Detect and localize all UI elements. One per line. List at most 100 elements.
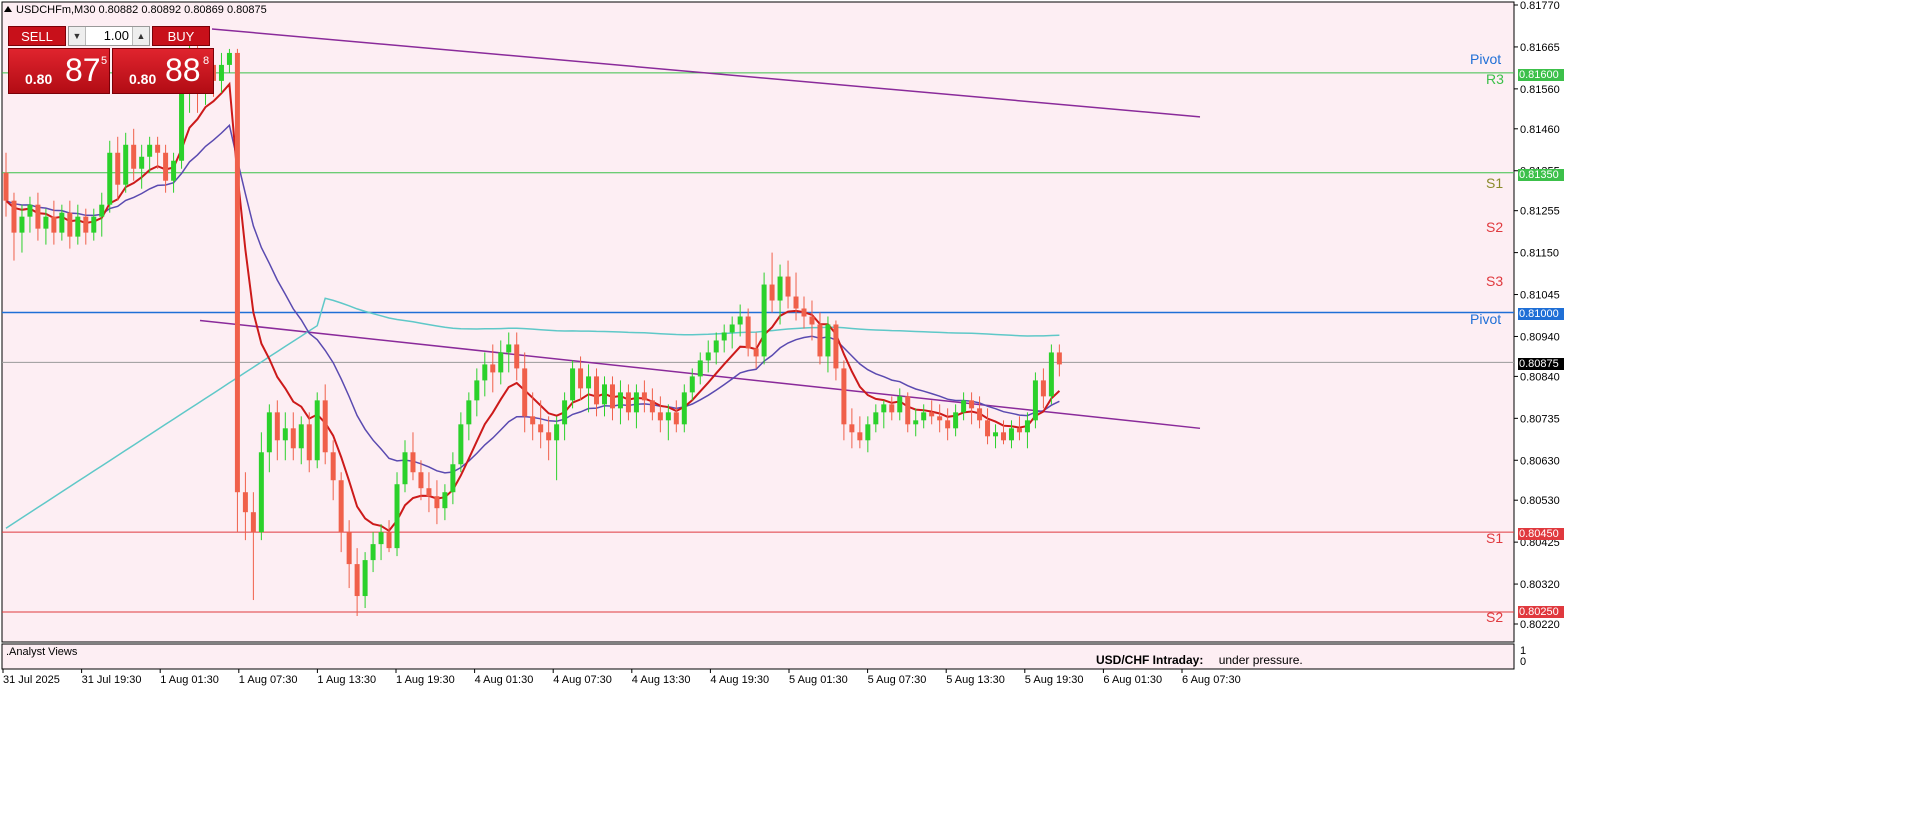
- time-axis-label: 5 Aug 19:30: [1025, 674, 1084, 686]
- time-axis-label: 4 Aug 07:30: [553, 674, 612, 686]
- candle-body: [99, 204, 105, 217]
- candle-body: [386, 532, 392, 549]
- label-pivot-upper: Pivot: [1470, 51, 1502, 67]
- candle-body: [657, 412, 663, 421]
- time-axis-label: 4 Aug 13:30: [632, 674, 691, 686]
- candle-body: [633, 392, 639, 413]
- candle-body: [721, 332, 727, 341]
- candle-body: [1056, 352, 1062, 365]
- candle-body: [777, 276, 783, 301]
- candle-body: [282, 428, 288, 441]
- candle-body: [881, 404, 887, 413]
- candle-body: [801, 308, 807, 317]
- chart-menu-icon[interactable]: [4, 6, 12, 12]
- candle-body: [147, 144, 153, 157]
- candle-body: [705, 352, 711, 361]
- candle-body: [809, 316, 815, 325]
- price-chart[interactable]: 0.817700.816650.815600.814600.813550.812…: [0, 0, 1916, 840]
- time-axis-label: 4 Aug 01:30: [475, 674, 534, 686]
- candle-body: [977, 408, 983, 421]
- candle-body: [554, 424, 560, 441]
- lot-decrease-icon[interactable]: ▼: [69, 27, 86, 45]
- candle-body: [905, 396, 911, 425]
- candle-body: [713, 340, 719, 353]
- price-axis-label: 0.80840: [1520, 371, 1560, 383]
- candle-body: [761, 284, 767, 357]
- candle-body: [155, 144, 161, 153]
- candle-body: [913, 420, 919, 425]
- buy-button[interactable]: BUY: [152, 26, 210, 46]
- lot-size-value[interactable]: 1.00: [87, 27, 131, 45]
- candle-body: [434, 496, 440, 509]
- candle-body: [689, 376, 695, 393]
- buy-price-pip: 8: [203, 55, 210, 67]
- candle-body: [179, 84, 185, 161]
- candle-body: [673, 412, 679, 425]
- candle-body: [961, 400, 967, 413]
- candle-body: [450, 464, 456, 493]
- candle-body: [617, 392, 623, 409]
- candle-body: [681, 392, 687, 425]
- sell-button[interactable]: SELL: [8, 26, 66, 46]
- candle-body: [1001, 432, 1006, 441]
- candle-body: [402, 452, 408, 485]
- buy-price-button[interactable]: 0.80 88 8: [112, 48, 214, 94]
- candle-body: [346, 532, 352, 565]
- candle-body: [115, 152, 121, 185]
- candle-body: [1016, 428, 1022, 433]
- time-axis-label: 1 Aug 19:30: [396, 674, 455, 686]
- candle-body: [338, 480, 344, 533]
- candle-body: [362, 560, 368, 597]
- candle-body: [1008, 428, 1014, 441]
- candle-body: [123, 144, 129, 185]
- candle-body: [849, 424, 855, 433]
- candle-body: [458, 424, 464, 465]
- time-axis-label: 5 Aug 13:30: [946, 674, 1005, 686]
- candle-body: [107, 152, 113, 205]
- candle-body: [139, 156, 145, 169]
- price-axis-label: 0.80735: [1520, 413, 1560, 425]
- candle-body: [258, 452, 264, 533]
- candle-body: [921, 412, 927, 421]
- candle-body: [67, 212, 73, 237]
- buy-price-main: 88: [165, 52, 201, 88]
- candle-body: [75, 216, 81, 237]
- lot-size-input[interactable]: ▼ 1.00 ▲: [68, 26, 150, 46]
- candle-body: [410, 452, 416, 473]
- candle-body: [19, 216, 25, 233]
- sell-price-button[interactable]: 0.80 87 5: [8, 48, 110, 94]
- sell-price-main: 87: [65, 52, 101, 88]
- subwindow-title: .Analyst Views: [6, 646, 78, 658]
- candle-body: [442, 492, 448, 509]
- candle-body: [697, 360, 703, 377]
- candle-body: [937, 416, 943, 421]
- label-r3: R3: [1486, 71, 1504, 87]
- candle-body: [530, 416, 536, 425]
- candle-body: [873, 412, 879, 425]
- analyst-view-text: USD/CHF Intraday: under pressure.: [1096, 653, 1303, 667]
- candle-body: [929, 412, 935, 417]
- candle-body: [250, 512, 256, 533]
- candle-body: [649, 400, 655, 413]
- candle-body: [522, 368, 528, 417]
- price-tag-s1: 0.80450: [1518, 528, 1564, 540]
- lot-increase-icon[interactable]: ▲: [132, 27, 149, 45]
- candle-body: [218, 64, 224, 81]
- analyst-view-heading: USD/CHF Intraday:: [1096, 653, 1204, 667]
- candle-body: [570, 368, 576, 401]
- candle-body: [91, 216, 97, 233]
- candle-body: [785, 276, 791, 297]
- price-axis-label: 0.80530: [1520, 495, 1560, 507]
- candle-body: [59, 212, 65, 233]
- candle-body: [665, 412, 671, 421]
- candle-body: [625, 392, 631, 413]
- candle-body: [889, 404, 895, 413]
- time-axis-label: 5 Aug 07:30: [868, 674, 927, 686]
- candle-body: [370, 544, 376, 561]
- candle-body: [163, 152, 169, 181]
- candle-body: [226, 52, 232, 65]
- candle-body: [83, 216, 89, 233]
- candle-body: [546, 432, 552, 441]
- buy-price-prefix: 0.80: [129, 71, 157, 87]
- candle-body: [27, 204, 33, 217]
